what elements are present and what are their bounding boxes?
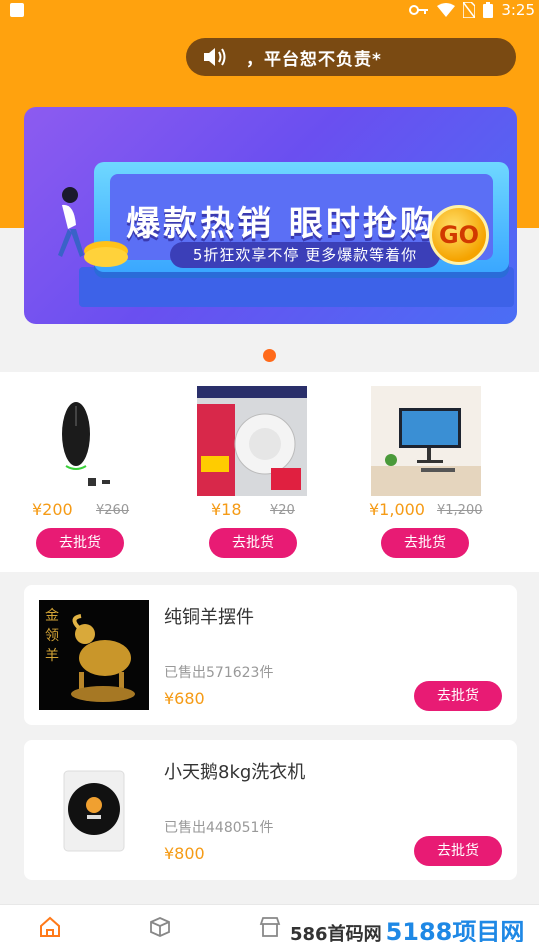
buy-button[interactable]: 去批货 (414, 836, 502, 866)
featured-products: ¥200 ¥260 去批货 ¥18 ¥20 去批货 ¥1,000 ¥1,200 … (0, 372, 539, 572)
buy-button[interactable]: 去批货 (209, 528, 297, 558)
notification-icon (10, 3, 24, 17)
svg-text:金: 金 (45, 608, 59, 624)
notice-bar[interactable]: ，平台恕不负责* (186, 38, 516, 76)
featured-old-price: ¥260 (96, 503, 130, 518)
go-button[interactable]: GO (429, 205, 489, 265)
battery-icon (483, 2, 494, 18)
buy-button[interactable]: 去批货 (381, 528, 469, 558)
no-sim-icon (463, 2, 476, 18)
featured-price: ¥1,000 (369, 500, 425, 519)
key-icon (409, 5, 429, 15)
product-price: ¥680 (164, 689, 205, 708)
smoke-detector-image (197, 386, 307, 496)
box-icon[interactable] (148, 915, 172, 939)
svg-text:羊: 羊 (45, 648, 59, 664)
buy-button[interactable]: 去批货 (36, 528, 124, 558)
featured-price: ¥18 (211, 500, 242, 519)
washing-machine-image (39, 755, 149, 865)
featured-price: ¥200 (32, 500, 73, 519)
home-icon[interactable] (38, 915, 62, 939)
carousel-indicator[interactable] (263, 349, 276, 362)
status-bar: 3:25 (0, 0, 539, 22)
store-icon[interactable] (258, 915, 282, 939)
featured-item[interactable]: ¥18 ¥20 去批货 (177, 372, 357, 572)
product-name: 小天鹅8kg洗衣机 (164, 762, 306, 783)
product-price: ¥800 (164, 844, 205, 863)
product-sold: 已售出571623件 (164, 665, 274, 681)
banner-title: 爆款热销 眼时抢购 (126, 204, 437, 244)
featured-item[interactable]: ¥1,000 ¥1,200 去批货 (351, 372, 531, 572)
wifi-icon (437, 3, 456, 17)
coins-icon (84, 247, 128, 267)
brass-goat-image: 金 领 羊 (39, 600, 149, 710)
watermark-big: 5188项目网 (385, 918, 525, 942)
product-name: 纯铜羊摆件 (164, 607, 254, 628)
svg-text:领: 领 (45, 628, 59, 644)
running-woman-icon (58, 187, 84, 257)
speaker-icon (204, 48, 226, 66)
buy-button[interactable]: 去批货 (414, 681, 502, 711)
promo-banner[interactable]: 爆款热销 眼时抢购 5折狂欢享不停 更多爆款等着你 GO (24, 107, 517, 324)
product-card[interactable]: 金 领 羊 纯铜羊摆件 已售出571623件 ¥680 去批货 (24, 585, 517, 725)
banner-subtitle: 5折狂欢享不停 更多爆款等着你 (170, 242, 440, 268)
product-card[interactable]: 小天鹅8kg洗衣机 已售出448051件 ¥800 去批货 (24, 740, 517, 880)
banner-stage (79, 267, 514, 307)
mouse-image (38, 386, 148, 496)
product-sold: 已售出448051件 (164, 820, 274, 836)
watermark: 586首码网 5188项目网 (290, 912, 524, 942)
monitor-image (371, 386, 481, 496)
watermark-text: 586首码网 (290, 924, 382, 942)
featured-old-price: ¥1,200 (437, 503, 483, 518)
status-time: 3:25 (501, 1, 535, 19)
notice-text: ，平台恕不负责* (246, 49, 382, 70)
featured-old-price: ¥20 (270, 503, 295, 518)
featured-item[interactable]: ¥200 ¥260 去批货 (18, 372, 198, 572)
